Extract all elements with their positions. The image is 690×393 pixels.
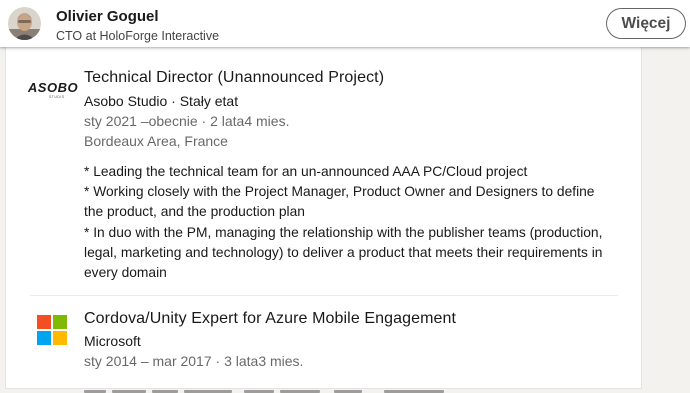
experience-company: Microsoft	[84, 333, 141, 349]
more-button[interactable]: Więcej	[606, 8, 686, 39]
description-line: * Working closely with the Project Manag…	[84, 184, 595, 200]
description-line: legal, marketing and technology) to deli…	[84, 244, 603, 260]
description-line: * In duo with the PM, managing the relat…	[84, 224, 603, 240]
description-line: every domain	[84, 265, 167, 281]
description-line: the product, and the production plan	[84, 204, 305, 220]
avatar[interactable]	[8, 7, 41, 40]
experience-dates: sty 2014 – mar 2017 · 3 lata3 mies.	[84, 353, 304, 369]
divider	[30, 295, 618, 296]
profile-name: Olivier Goguel	[56, 8, 159, 25]
asobo-studio-logo-icon[interactable]: ASOBO STUDIO	[28, 75, 78, 105]
experience-location: Bordeaux Area, France	[84, 133, 228, 149]
profile-sticky-header: Olivier Goguel CTO at HoloForge Interact…	[0, 0, 690, 47]
experience-dates: sty 2021 –obecnie · 2 lata4 mies.	[84, 113, 290, 129]
clipped-description-line	[84, 379, 464, 393]
experience-company: Asobo Studio · Stały etat	[84, 93, 239, 109]
experience-description: * Leading the technical team for an un-a…	[84, 162, 624, 283]
profile-photo-icon	[8, 7, 41, 40]
right-rail	[641, 47, 690, 388]
logo-subtext: STUDIO	[49, 95, 65, 99]
microsoft-logo-icon[interactable]	[37, 315, 67, 345]
description-line: * Leading the technical team for an un-a…	[84, 164, 528, 179]
experience-title[interactable]: Cordova/Unity Expert for Azure Mobile En…	[84, 310, 456, 328]
profile-headline: CTO at HoloForge Interactive	[56, 29, 220, 43]
experience-title[interactable]: Technical Director (Unannounced Project)	[84, 69, 384, 87]
logo-text: ASOBO	[28, 80, 78, 95]
experience-card: ASOBO STUDIO Technical Director (Unannou…	[6, 47, 641, 393]
